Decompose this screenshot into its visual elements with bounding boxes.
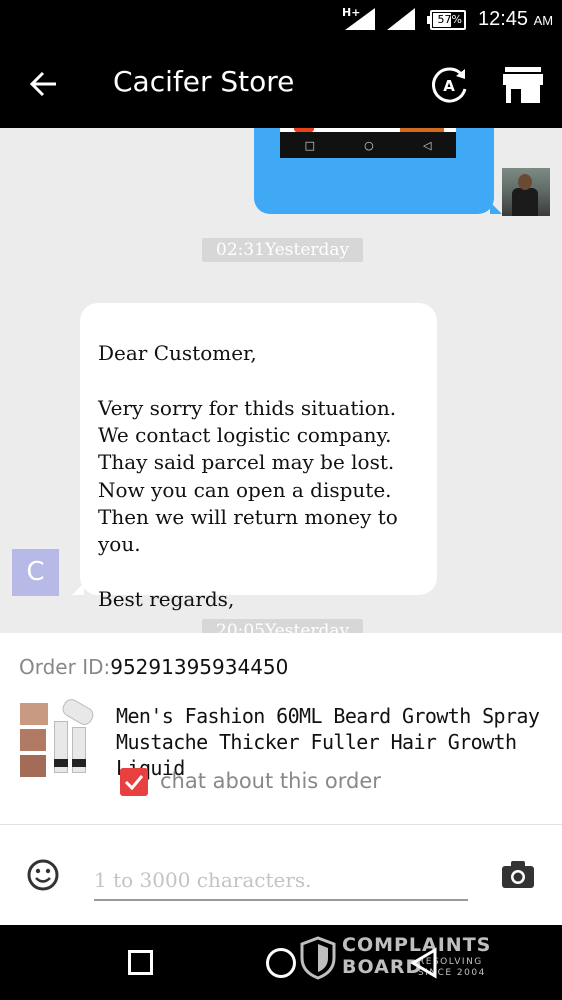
store-button[interactable] (502, 65, 544, 105)
bottle-label (54, 759, 68, 767)
product-thumbnail[interactable] (18, 696, 98, 779)
order-id: Order ID:95291395934450 (19, 655, 288, 679)
bottle-label (72, 759, 86, 767)
complaints-board-watermark: COMPLAINTS BOARD RESOLVING SINCE 2004 (300, 934, 520, 984)
clock-suffix: AM (533, 13, 554, 28)
watermark-line3: RESOLVING SINCE 2004 (418, 957, 486, 978)
emoji-button[interactable] (27, 859, 59, 891)
order-panel: Order ID:95291395934450 Men's Fashion 60… (0, 633, 562, 825)
translate-a-icon: A (432, 67, 467, 103)
camera-icon (502, 861, 534, 888)
timestamp: 02:31Yesterday (202, 238, 364, 262)
message-composer (0, 825, 562, 925)
timestamp: 20:05Yesterday (202, 619, 364, 633)
checkmark-icon (124, 775, 144, 791)
order-id-label: Order ID: (19, 655, 111, 679)
chat-about-order-label[interactable]: chat about this order (160, 769, 381, 793)
back-button[interactable] (22, 62, 66, 106)
arrow-left-icon (29, 71, 56, 97)
camera-button[interactable] (500, 860, 536, 890)
face-image (20, 729, 46, 751)
svg-text:A: A (443, 77, 455, 95)
signal-icon (345, 8, 375, 30)
message-text: Dear Customer, Very sorry for thids situ… (98, 341, 398, 611)
face-image (20, 703, 48, 725)
face-image (20, 755, 46, 777)
user-avatar[interactable] (502, 168, 550, 216)
app-bar: Cacifer Store A (0, 42, 562, 128)
store-title: Cacifer Store (113, 65, 295, 98)
shield-logo-icon (300, 936, 336, 980)
circle-icon: ○ (364, 138, 374, 152)
order-id-value: 95291395934450 (110, 655, 289, 679)
watermark-line2: BOARD (342, 956, 423, 978)
sent-image-message[interactable]: □ ○ ◁ (254, 128, 502, 214)
storefront-icon (503, 67, 543, 103)
recent-apps-button[interactable] (128, 950, 153, 975)
clock: 12:45 AM (478, 8, 553, 31)
smiley-icon (27, 859, 59, 891)
received-message[interactable]: Dear Customer, Very sorry for thids situ… (72, 303, 437, 611)
triangle-back-icon: ◁ (422, 138, 432, 152)
chat-about-order-checkbox[interactable] (120, 768, 148, 796)
watermark-line1: COMPLAINTS (342, 934, 492, 956)
store-avatar[interactable]: C (12, 549, 59, 596)
preview-navbar: □ ○ ◁ (280, 132, 456, 158)
home-button[interactable] (266, 948, 296, 978)
bubble-tail (490, 202, 502, 214)
clock-time: 12:45 (478, 8, 529, 30)
bubble-tail (72, 583, 84, 595)
translate-button[interactable]: A (429, 65, 469, 105)
wifi-signal-icon (387, 8, 415, 30)
battery-percent: 57% (437, 13, 462, 26)
status-bar: H+ 57% 12:45 AM (0, 0, 562, 42)
battery-indicator: 57% (427, 10, 466, 30)
message-input[interactable] (94, 861, 468, 901)
square-icon: □ (304, 138, 315, 152)
chat-thread[interactable]: □ ○ ◁ 02:31Yesterday Dear Customer, Very… (0, 128, 562, 633)
